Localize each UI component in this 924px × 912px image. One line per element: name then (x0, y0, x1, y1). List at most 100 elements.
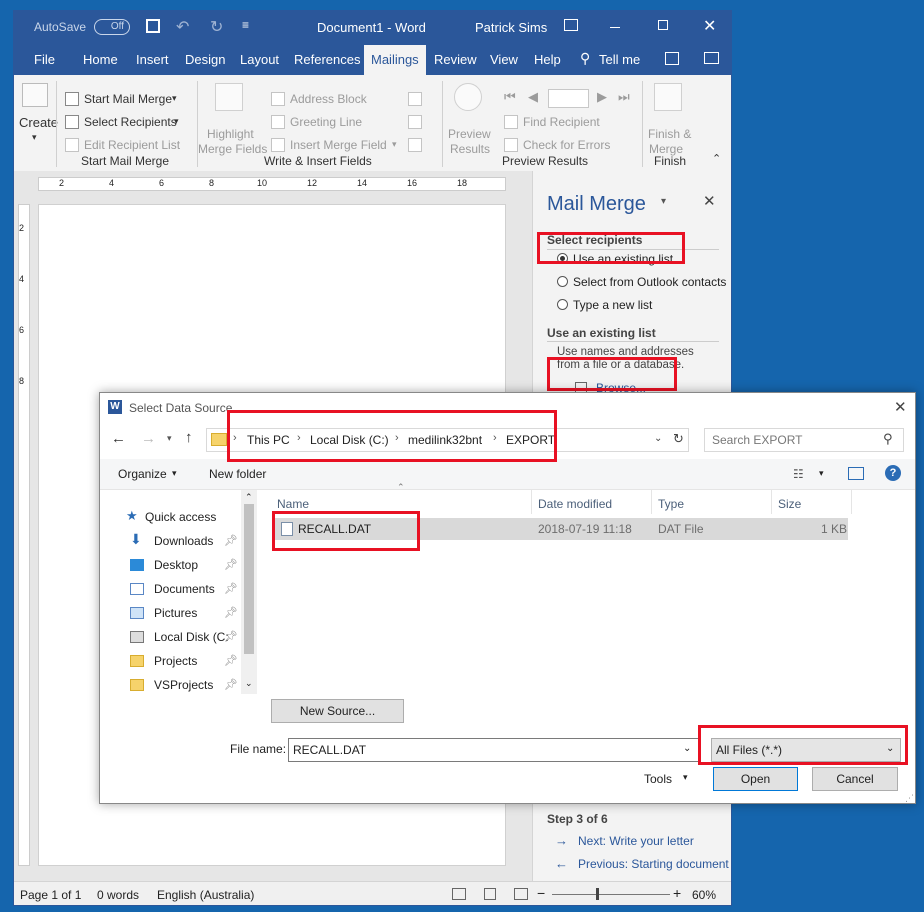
next-record-icon[interactable]: ▶ (597, 89, 607, 105)
column-divider[interactable] (651, 490, 652, 514)
preview-results-line1[interactable]: Preview (448, 127, 491, 141)
radio-new-list[interactable] (557, 299, 568, 310)
read-mode-icon[interactable] (452, 888, 466, 900)
finish-merge-line1[interactable]: Finish & (648, 127, 691, 141)
new-folder-button[interactable]: New folder (209, 467, 266, 481)
tab-references[interactable]: References (294, 52, 360, 67)
match-fields-icon[interactable] (408, 115, 422, 129)
pin-icon[interactable]: 📌︎ (224, 678, 238, 691)
zoom-slider-thumb[interactable] (596, 888, 599, 900)
search-placeholder[interactable]: Search EXPORT (712, 433, 802, 447)
close-icon[interactable]: ✕ (703, 16, 716, 36)
pane-close-icon[interactable]: ✕ (703, 192, 716, 210)
tab-design[interactable]: Design (185, 52, 225, 67)
view-dropdown-icon[interactable]: ▾ (819, 468, 824, 479)
previous-step-link[interactable]: Previous: Starting document (578, 857, 729, 871)
select-recipients-button[interactable]: Select Recipients (84, 115, 177, 129)
recent-locations-icon[interactable]: ▾ (167, 433, 172, 444)
maximize-icon[interactable] (658, 20, 668, 30)
tab-home[interactable]: Home (83, 52, 118, 67)
horizontal-ruler[interactable]: 2 4 6 8 10 12 14 16 18 (38, 177, 506, 191)
zoom-out-icon[interactable]: − (537, 885, 545, 901)
zoom-slider[interactable] (552, 894, 670, 895)
up-arrow-icon[interactable]: ↑ (185, 429, 193, 446)
column-divider[interactable] (851, 490, 852, 514)
dialog-close-icon[interactable]: ✕ (894, 398, 907, 416)
search-box[interactable]: Search EXPORT ⚲ (704, 428, 904, 452)
nav-scrollbar[interactable]: ⌃ ⌄ (241, 490, 257, 694)
save-icon[interactable] (146, 19, 160, 33)
highlight-merge-fields-line2[interactable]: Merge Fields (198, 142, 267, 156)
search-icon[interactable]: ⚲ (883, 431, 893, 447)
language-indicator[interactable]: English (Australia) (157, 888, 254, 902)
tools-dropdown-icon[interactable]: ▾ (683, 772, 688, 783)
next-step-link[interactable]: Next: Write your letter (578, 834, 694, 848)
scroll-down-icon[interactable]: ⌄ (245, 678, 253, 689)
tab-layout[interactable]: Layout (240, 52, 279, 67)
ribbon-display-icon[interactable] (564, 19, 578, 31)
pin-icon[interactable]: 📌︎ (224, 654, 238, 667)
view-options-icon[interactable]: ☷ (793, 467, 804, 481)
new-source-button[interactable]: New Source... (271, 699, 404, 723)
organize-dropdown-icon[interactable]: ▾ (172, 468, 177, 479)
column-header-name[interactable]: Name (277, 497, 309, 511)
tab-review[interactable]: Review (434, 52, 477, 67)
create-button[interactable]: Create (19, 115, 58, 130)
create-envelope-icon[interactable] (22, 83, 48, 107)
vertical-ruler[interactable]: 2 4 6 8 (18, 204, 30, 866)
customize-qat-icon[interactable]: ≡ (242, 18, 249, 32)
radio-outlook-contacts[interactable] (557, 276, 568, 287)
address-dropdown-icon[interactable]: ⌄ (654, 433, 662, 444)
column-header-type[interactable]: Type (658, 497, 684, 511)
column-divider[interactable] (771, 490, 772, 514)
next-arrow-icon[interactable]: → (555, 833, 568, 848)
update-labels-icon[interactable] (408, 138, 422, 152)
resize-grip-icon[interactable]: ⋰ (905, 793, 914, 804)
column-header-size[interactable]: Size (778, 497, 801, 511)
file-name-input[interactable]: RECALL.DAT ⌄ (288, 738, 699, 762)
word-count[interactable]: 0 words (97, 888, 139, 902)
pin-icon[interactable]: 📌︎ (224, 534, 238, 547)
previous-arrow-icon[interactable]: ← (555, 856, 568, 871)
open-button[interactable]: Open (713, 767, 798, 791)
create-dropdown-icon[interactable]: ▾ (32, 132, 37, 143)
pin-icon[interactable]: 📌︎ (224, 630, 238, 643)
file-name-dropdown-icon[interactable]: ⌄ (683, 743, 691, 754)
minimize-icon[interactable] (610, 27, 620, 28)
tell-me-box[interactable]: Tell me (599, 52, 640, 67)
scroll-thumb[interactable] (244, 504, 254, 654)
refresh-icon[interactable]: ↻ (673, 431, 684, 447)
page-count[interactable]: Page 1 of 1 (20, 888, 81, 902)
insert-merge-field-button[interactable]: Insert Merge Field (290, 138, 387, 152)
web-layout-icon[interactable] (514, 888, 528, 900)
help-icon[interactable]: ? (885, 465, 901, 481)
tab-mailings[interactable]: Mailings (364, 45, 426, 75)
scroll-up-icon[interactable]: ⌃ (245, 492, 253, 503)
organize-menu[interactable]: Organize (118, 467, 167, 481)
print-layout-icon[interactable] (484, 888, 496, 900)
edit-recipient-list-button[interactable]: Edit Recipient List (84, 138, 180, 152)
comments-icon[interactable] (704, 52, 719, 64)
zoom-in-icon[interactable]: + (673, 885, 681, 901)
pin-icon[interactable]: 📌︎ (224, 558, 238, 571)
tab-help[interactable]: Help (534, 52, 561, 67)
user-name[interactable]: Patrick Sims (475, 20, 547, 35)
pane-options-icon[interactable]: ▾ (661, 196, 666, 207)
previous-record-icon[interactable]: ◀ (528, 89, 538, 105)
preview-pane-icon[interactable] (848, 467, 864, 480)
tools-menu[interactable]: Tools (644, 772, 672, 786)
option-new-list[interactable]: Type a new list (573, 298, 652, 312)
option-outlook-contacts[interactable]: Select from Outlook contacts (573, 275, 726, 289)
column-header-date[interactable]: Date modified (538, 497, 612, 511)
file-name-value[interactable]: RECALL.DAT (293, 743, 366, 757)
preview-results-line2[interactable]: Results (450, 142, 490, 156)
column-divider[interactable] (531, 490, 532, 514)
cancel-button[interactable]: Cancel (812, 767, 898, 791)
pin-icon[interactable]: 📌︎ (224, 582, 238, 595)
first-record-icon[interactable]: ⏮ (504, 89, 516, 105)
address-block-button[interactable]: Address Block (290, 92, 367, 106)
redo-icon[interactable]: ↻ (210, 17, 223, 37)
start-mail-merge-button[interactable]: Start Mail Merge (84, 92, 172, 106)
greeting-line-button[interactable]: Greeting Line (290, 115, 362, 129)
collapse-ribbon-icon[interactable]: ⌃ (712, 152, 721, 165)
